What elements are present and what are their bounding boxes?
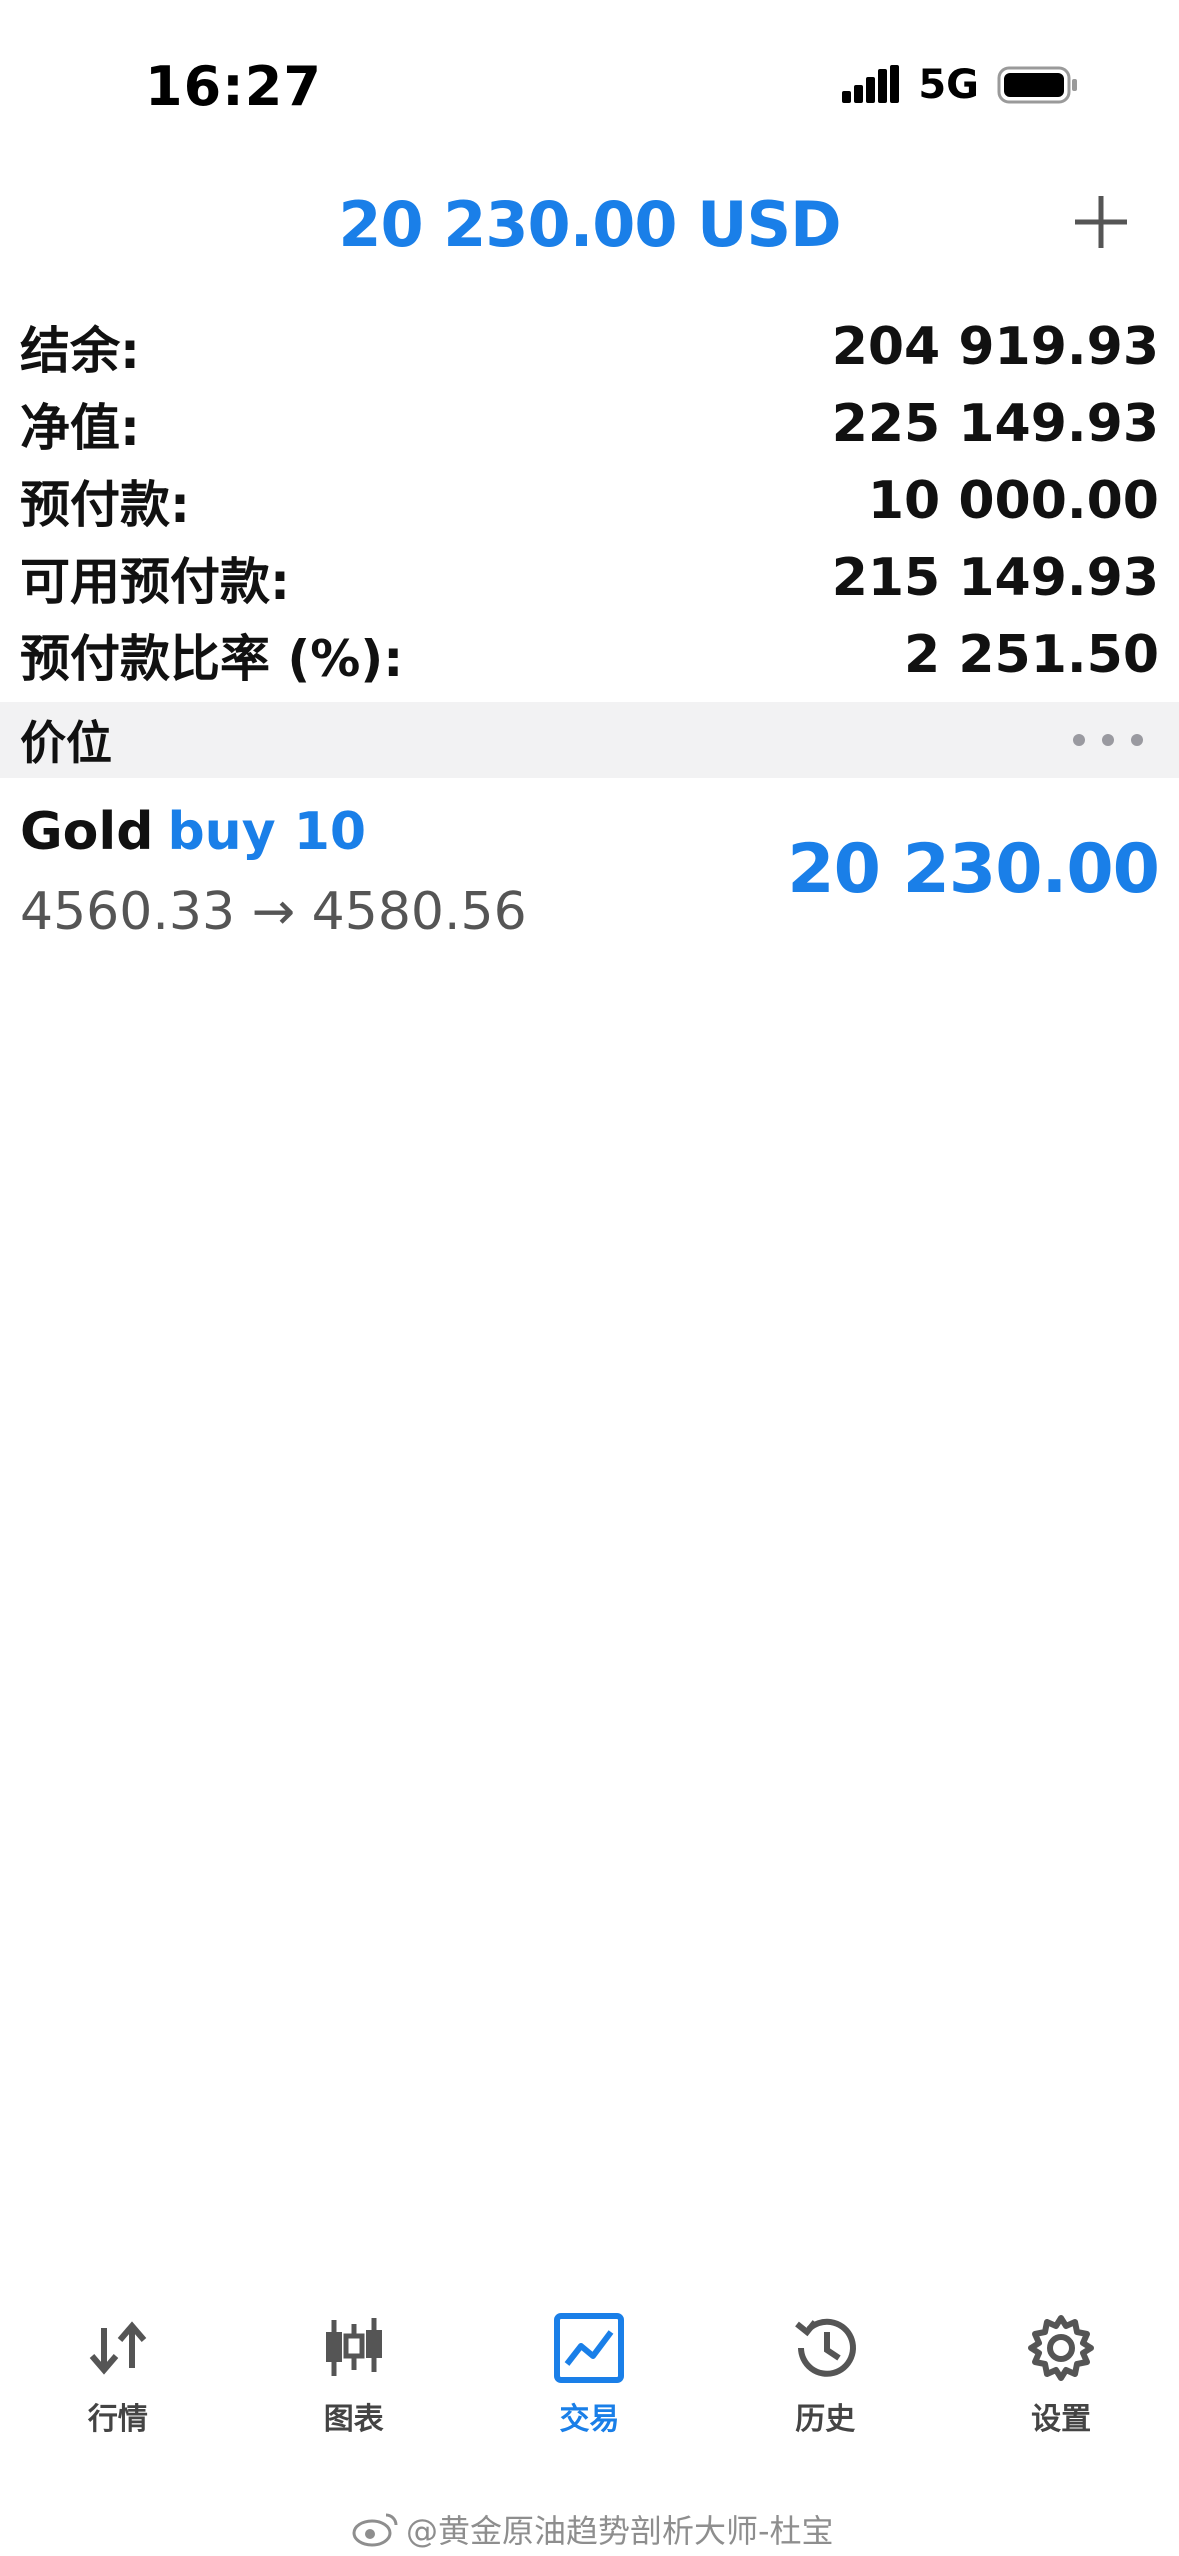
dot bbox=[1102, 734, 1114, 746]
position-header: Gold buy 10 bbox=[20, 802, 366, 862]
status-time: 16:27 bbox=[145, 55, 322, 118]
margin-level-label: 预付款比率 (%): bbox=[20, 629, 404, 688]
free-margin-label: 可用预付款: bbox=[20, 552, 290, 611]
quotes-arrows-icon bbox=[89, 2321, 147, 2375]
tab-charts[interactable]: 图表 bbox=[254, 2310, 454, 2460]
margin-level-row: 预付款比率 (%): 2 251.50 bbox=[0, 616, 1179, 693]
balance-label: 结余: bbox=[20, 321, 140, 380]
cellular-signal-icon bbox=[842, 65, 900, 103]
position-type: buy 10 bbox=[167, 802, 367, 862]
watermark-text: @黄金原油趋势剖析大师-杜宝 bbox=[406, 2512, 834, 2550]
position-symbol: Gold bbox=[20, 802, 154, 862]
positions-section-header: 价位 bbox=[0, 702, 1179, 778]
equity-label: 净值: bbox=[20, 398, 140, 457]
status-indicators: 5G bbox=[842, 62, 1079, 108]
account-summary: 结余: 204 919.93 净值: 225 149.93 预付款: 10 00… bbox=[0, 308, 1179, 693]
margin-row: 预付款: 10 000.00 bbox=[0, 462, 1179, 539]
header: 20 230.00 USD bbox=[0, 180, 1179, 270]
positions-section-title: 价位 bbox=[20, 716, 112, 770]
free-margin-value: 215 149.93 bbox=[831, 547, 1159, 608]
tab-label: 行情 bbox=[87, 2402, 148, 2437]
settings-gear-icon bbox=[1028, 2315, 1095, 2381]
tab-label: 交易 bbox=[559, 2402, 620, 2437]
battery-icon bbox=[997, 66, 1077, 104]
watermark: @黄金原油趋势剖析大师-杜宝 bbox=[350, 2506, 834, 2552]
position-prices: 4560.33 → 4580.56 bbox=[20, 882, 527, 942]
tab-label: 历史 bbox=[795, 2402, 856, 2437]
history-clock-icon bbox=[795, 2318, 857, 2377]
tab-history[interactable]: 历史 bbox=[725, 2310, 925, 2460]
margin-level-value: 2 251.50 bbox=[904, 624, 1159, 685]
dot bbox=[1131, 734, 1143, 746]
bottom-tab-bar: 行情 图表 交易 历史 设置 bbox=[0, 2310, 1179, 2460]
tab-quotes[interactable]: 行情 bbox=[18, 2310, 218, 2460]
equity-value: 225 149.93 bbox=[831, 393, 1159, 454]
ellipsis-icon[interactable] bbox=[1073, 720, 1143, 760]
dot bbox=[1073, 734, 1085, 746]
balance-value: 204 919.93 bbox=[831, 316, 1159, 377]
position-profit: 20 230.00 bbox=[787, 830, 1160, 909]
candlestick-chart-icon bbox=[325, 2318, 382, 2376]
position-item[interactable]: Gold buy 10 4560.33 → 4580.56 20 230.00 bbox=[0, 790, 1179, 960]
tab-label: 设置 bbox=[1031, 2402, 1092, 2437]
tab-trade[interactable]: 交易 bbox=[489, 2310, 689, 2460]
margin-value: 10 000.00 bbox=[867, 470, 1159, 531]
trade-chart-icon bbox=[554, 2313, 625, 2383]
profit-total-title: 20 230.00 USD bbox=[338, 188, 841, 261]
plus-icon[interactable] bbox=[1071, 192, 1131, 252]
weibo-logo-icon bbox=[352, 2513, 398, 2547]
free-margin-row: 可用预付款: 215 149.93 bbox=[0, 539, 1179, 616]
tab-settings[interactable]: 设置 bbox=[961, 2310, 1161, 2460]
tab-label: 图表 bbox=[323, 2402, 384, 2437]
equity-row: 净值: 225 149.93 bbox=[0, 385, 1179, 462]
status-bar: 16:27 5G bbox=[0, 0, 1179, 160]
network-type: 5G bbox=[918, 62, 979, 108]
balance-row: 结余: 204 919.93 bbox=[0, 308, 1179, 385]
margin-label: 预付款: bbox=[20, 475, 190, 534]
